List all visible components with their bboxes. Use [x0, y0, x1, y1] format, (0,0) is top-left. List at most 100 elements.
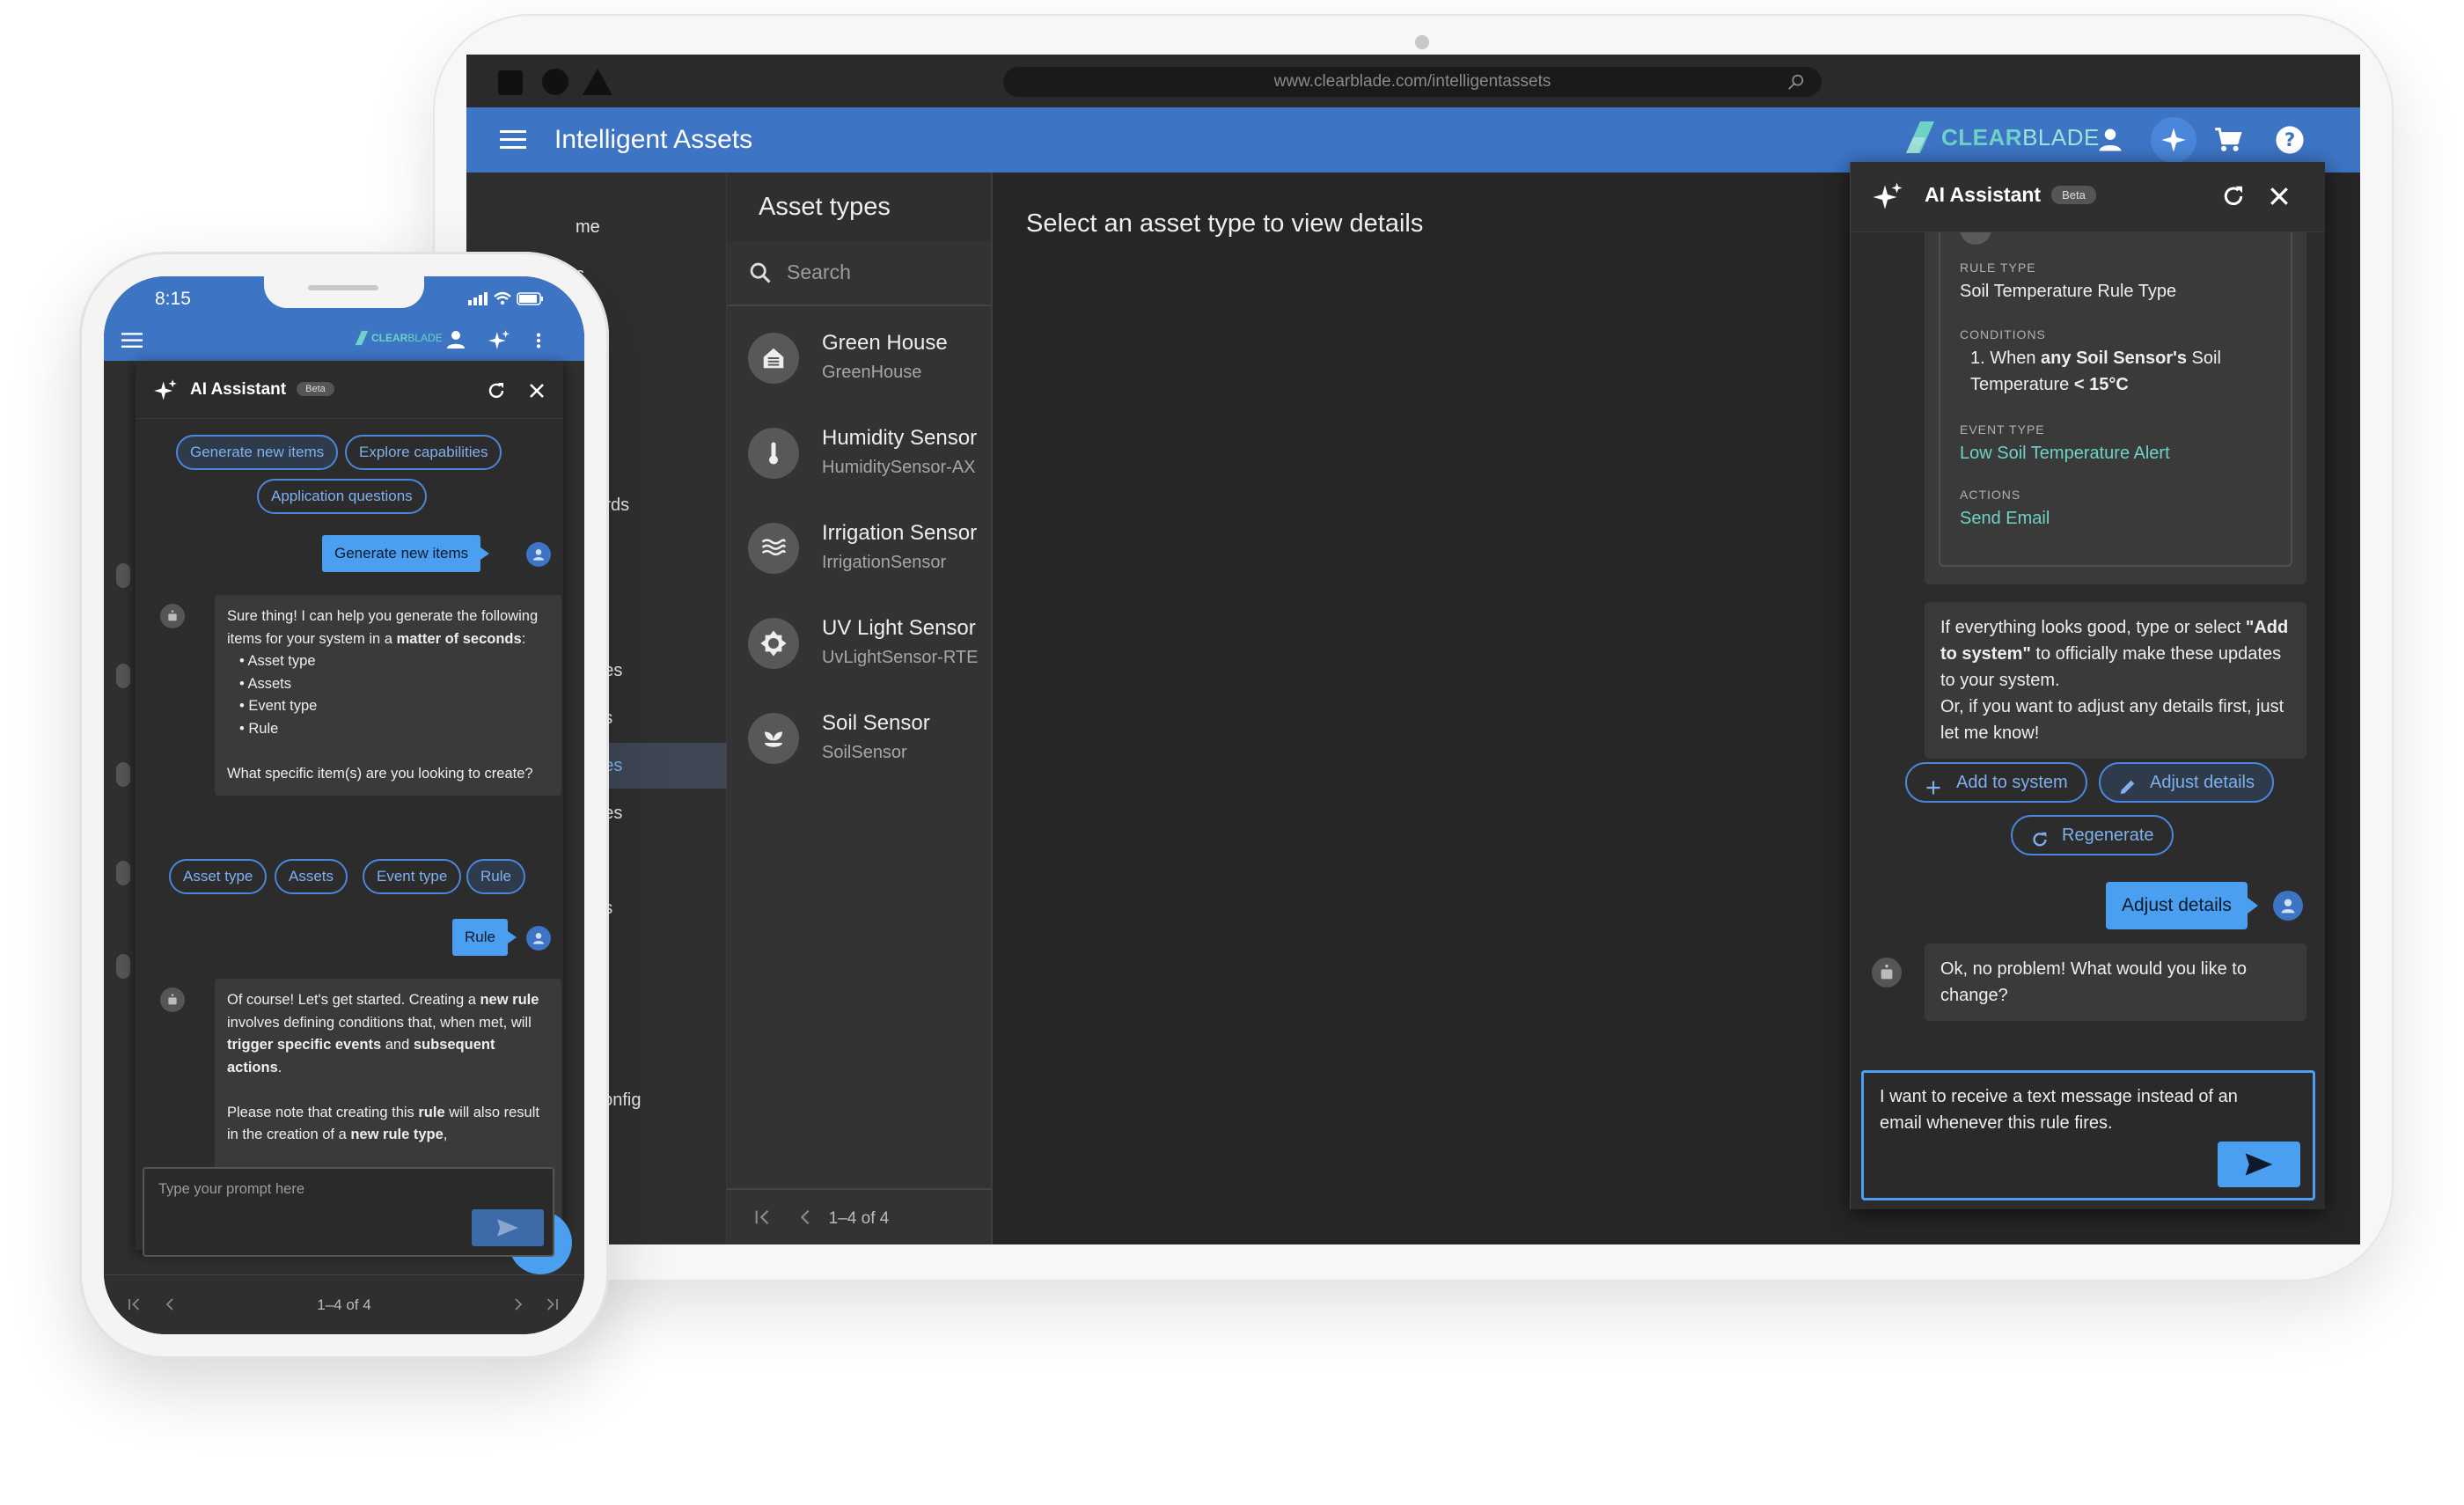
chip-generate-new-items[interactable]: Generate new items: [176, 435, 339, 470]
menu-icon[interactable]: [500, 130, 526, 154]
list-item: Assets: [239, 673, 549, 696]
actions-value[interactable]: Send Email: [1960, 505, 2277, 532]
phone-screen: 8:15 CLEARBLADE AI Assistant Beta Genera…: [104, 276, 584, 1334]
browser-toolbar: www.clearblade.com/intelligentassets: [466, 55, 2360, 107]
ai-panel-header: AI Assistant Beta: [1851, 162, 2325, 232]
ai-panel-title: AI Assistant Beta: [1925, 183, 2096, 207]
pagination-label: 1–4 of 4: [828, 1209, 890, 1228]
account-icon[interactable]: [2094, 124, 2126, 156]
prompt-input-text[interactable]: I want to receive a text message instead…: [1880, 1083, 2284, 1136]
last-page-icon[interactable]: [544, 1296, 560, 1317]
asset-id: IrrigationSensor: [822, 553, 947, 572]
clearblade-logo-mark-icon: [355, 330, 369, 346]
tablet-camera: [1415, 35, 1429, 49]
send-icon: [496, 1219, 519, 1237]
send-button[interactable]: [2218, 1142, 2300, 1187]
url-text: www.clearblade.com/intelligentassets: [1273, 72, 1551, 91]
beta-badge: Beta: [297, 382, 334, 396]
background-avatar: [116, 954, 130, 979]
clearblade-logo: CLEARBLADE: [1903, 118, 2100, 157]
event-type-label: EVENT TYPE: [1960, 422, 2045, 437]
waves-icon: [748, 523, 799, 574]
asset-list-item[interactable]: Humidity Sensor HumiditySensor-AX: [727, 403, 991, 498]
asset-list-item[interactable]: Irrigation Sensor IrrigationSensor: [727, 498, 991, 593]
send-button[interactable]: [472, 1209, 544, 1246]
add-to-system-button[interactable]: Add to system: [1905, 762, 2087, 803]
prompt-input[interactable]: Type your prompt here: [143, 1167, 554, 1257]
actions-label: ACTIONS: [1960, 488, 2021, 502]
ai-sparkle-button[interactable]: [2151, 117, 2196, 163]
chip-event-type[interactable]: Event type: [363, 859, 462, 894]
list-item: Event type: [239, 695, 549, 718]
assistant-message: If everything looks good, type or select…: [1925, 602, 2306, 759]
list-item: Rule: [239, 718, 549, 741]
rule-summary-card: RULE TYPE Soil Temperature Rule Type CON…: [1925, 232, 2306, 584]
help-icon[interactable]: ?: [2274, 124, 2306, 156]
bot-avatar-icon: [1872, 958, 1902, 987]
ai-panel-title: AI Assistant Beta: [190, 380, 334, 400]
logo-text: CLEARBLADE: [1941, 123, 2100, 150]
phone-device: 8:15 CLEARBLADE AI Assistant Beta Genera…: [79, 252, 609, 1359]
chip-explore-capabilities[interactable]: Explore capabilities: [345, 435, 502, 470]
regenerate-icon: [2030, 826, 2050, 863]
asset-id: UvLightSensor-RTE: [822, 648, 979, 667]
search-input[interactable]: Search: [787, 261, 851, 284]
send-icon: [2245, 1153, 2273, 1176]
asset-name: Soil Sensor: [822, 711, 930, 735]
status-time: 8:15: [155, 289, 191, 309]
cart-icon[interactable]: [2212, 124, 2244, 156]
account-icon[interactable]: [445, 329, 466, 355]
clearblade-logo: CLEARBLADE: [354, 329, 443, 347]
bot-avatar-icon: [160, 987, 185, 1012]
event-type-value[interactable]: Low Soil Temperature Alert: [1960, 440, 2277, 466]
chip-asset-type[interactable]: Asset type: [169, 859, 268, 894]
asset-list-item[interactable]: Green House GreenHouse: [727, 308, 991, 403]
background-avatar: [116, 762, 130, 787]
next-page-icon[interactable]: [510, 1296, 526, 1317]
ai-panel-header: AI Assistant Beta: [136, 361, 563, 419]
ai-chat-scroll[interactable]: RULE TYPE Soil Temperature Rule Type CON…: [1851, 232, 2325, 1051]
background-avatar: [116, 861, 130, 885]
phone-ai-assistant-panel: AI Assistant Beta Generate new items Expl…: [136, 361, 563, 1250]
rule-summary-card-inner: RULE TYPE Soil Temperature Rule Type CON…: [1939, 232, 2292, 567]
chip-rule[interactable]: Rule: [466, 859, 525, 894]
asset-name: UV Light Sensor: [822, 616, 976, 640]
asset-id: GreenHouse: [822, 363, 922, 382]
conditions-label: CONDITIONS: [1960, 327, 2046, 341]
close-icon[interactable]: [2266, 183, 2292, 214]
bot-avatar-icon: [160, 604, 185, 628]
beta-badge: Beta: [2051, 186, 2096, 204]
tablet-device: www.clearblade.com/intelligentassets Int…: [433, 14, 2394, 1281]
prompt-input[interactable]: I want to receive a text message instead…: [1861, 1070, 2315, 1200]
brightness-icon: [748, 618, 799, 669]
background-avatar: [116, 664, 130, 688]
regenerate-button[interactable]: Regenerate: [2011, 815, 2174, 855]
pagination: 1–4 of 4: [104, 1274, 584, 1334]
menu-icon[interactable]: [121, 333, 143, 353]
sidebar-item-home[interactable]: me: [466, 204, 727, 250]
address-bar[interactable]: www.clearblade.com/intelligentassets: [1003, 67, 1822, 97]
sprout-icon: [748, 713, 799, 764]
user-message: Rule: [452, 919, 517, 956]
app-title: Intelligent Assets: [554, 125, 753, 154]
asset-list-item[interactable]: Soil Sensor SoilSensor: [727, 688, 991, 783]
rule-type-label: RULE TYPE: [1960, 261, 2036, 275]
more-vert-icon[interactable]: [535, 331, 542, 355]
pagination: 1–4 of 4: [727, 1188, 1169, 1244]
refresh-icon[interactable]: [2220, 183, 2247, 214]
chip-assets[interactable]: Assets: [275, 859, 348, 894]
rule-type-value: Soil Temperature Rule Type: [1960, 282, 2177, 301]
status-icons: [468, 290, 544, 311]
search-icon[interactable]: [1786, 72, 1806, 102]
close-icon[interactable]: [526, 380, 547, 406]
chip-application-questions[interactable]: Application questions: [257, 479, 427, 514]
triangle-icon: [583, 69, 612, 95]
assistant-message: Ok, no problem! What would you like to c…: [1925, 943, 2306, 1021]
list-item: Asset type: [239, 650, 549, 673]
prompt-placeholder: Type your prompt here: [158, 1181, 304, 1197]
adjust-details-button[interactable]: Adjust details: [2099, 762, 2274, 803]
square-icon: [498, 70, 523, 95]
sparkle-icon[interactable]: [488, 329, 510, 356]
asset-list-item[interactable]: UV Light Sensor UvLightSensor-RTE: [727, 593, 991, 688]
refresh-icon[interactable]: [486, 380, 507, 406]
